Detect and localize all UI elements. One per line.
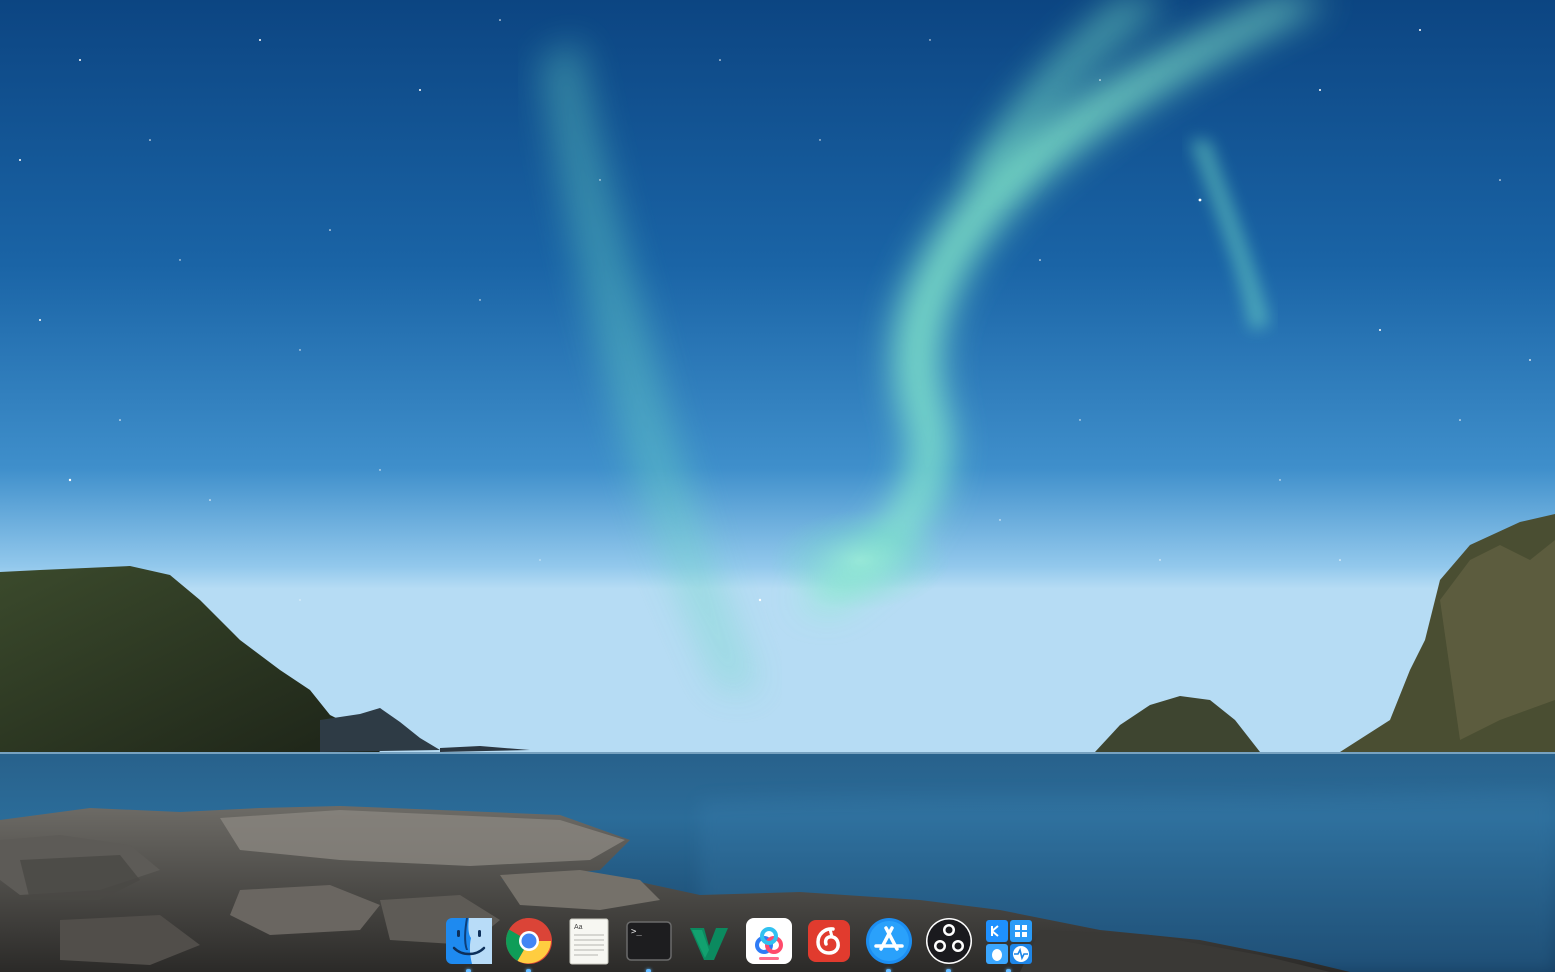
dock-item-vim[interactable] — [684, 916, 734, 966]
desktop: Aa >_ — [0, 0, 1555, 972]
obs-icon — [926, 918, 972, 964]
dock-item-finder[interactable] — [444, 916, 494, 972]
finder-icon — [446, 918, 492, 964]
chrome-icon — [506, 918, 552, 964]
dock-item-netease-music[interactable] — [804, 916, 854, 966]
terminal-prompt: >_ — [631, 927, 642, 937]
dock-item-cloud-drive[interactable] — [744, 916, 794, 966]
terminal-icon: >_ — [626, 921, 672, 961]
system-monitor-icon — [986, 920, 1032, 964]
dock-item-system-monitor[interactable] — [984, 916, 1034, 972]
dock-item-chrome[interactable] — [504, 916, 554, 972]
dock-item-app-store[interactable] — [864, 916, 914, 972]
dock-item-obs[interactable] — [924, 916, 974, 972]
textedit-icon: Aa — [569, 918, 609, 965]
netease-music-icon — [808, 920, 850, 962]
cloud-drive-icon — [746, 918, 792, 964]
dock: Aa >_ — [436, 912, 1038, 972]
wallpaper — [0, 0, 1555, 972]
app-store-icon — [866, 918, 912, 964]
dock-item-textedit[interactable]: Aa — [564, 916, 614, 966]
textedit-glyph: Aa — [574, 924, 583, 931]
dock-item-terminal[interactable]: >_ — [624, 916, 674, 972]
vim-icon — [690, 928, 728, 960]
